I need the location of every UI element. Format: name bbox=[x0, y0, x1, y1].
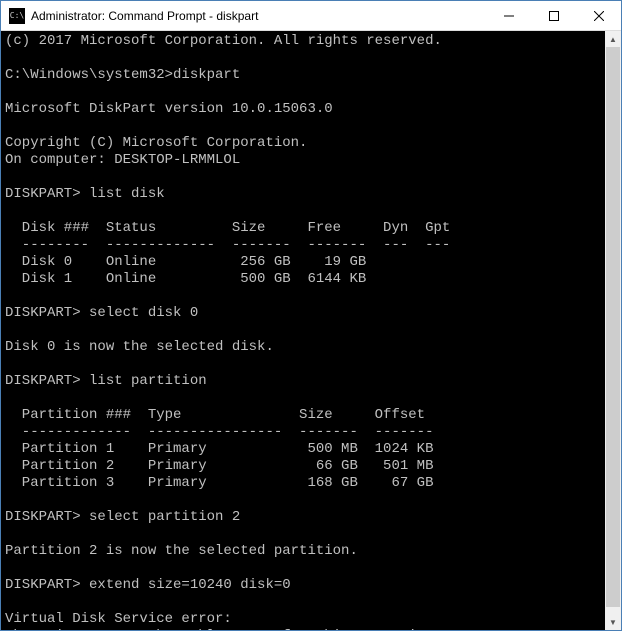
scroll-down-button[interactable]: ▼ bbox=[605, 614, 621, 630]
window-title: Administrator: Command Prompt - diskpart bbox=[31, 9, 486, 23]
close-button[interactable] bbox=[576, 1, 621, 30]
titlebar[interactable]: C:\ Administrator: Command Prompt - disk… bbox=[1, 1, 621, 31]
vertical-scrollbar[interactable]: ▲ ▼ bbox=[605, 31, 621, 630]
cmd-icon-glyph: C:\ bbox=[10, 12, 24, 20]
terminal-output[interactable]: (c) 2017 Microsoft Corporation. All righ… bbox=[1, 31, 605, 630]
window-controls bbox=[486, 1, 621, 30]
scroll-thumb[interactable] bbox=[606, 47, 620, 607]
scroll-up-button[interactable]: ▲ bbox=[605, 31, 621, 47]
maximize-button[interactable] bbox=[531, 1, 576, 30]
minimize-button[interactable] bbox=[486, 1, 531, 30]
command-prompt-window: C:\ Administrator: Command Prompt - disk… bbox=[0, 0, 622, 631]
cmd-icon: C:\ bbox=[9, 8, 25, 24]
terminal-area: (c) 2017 Microsoft Corporation. All righ… bbox=[1, 31, 621, 630]
